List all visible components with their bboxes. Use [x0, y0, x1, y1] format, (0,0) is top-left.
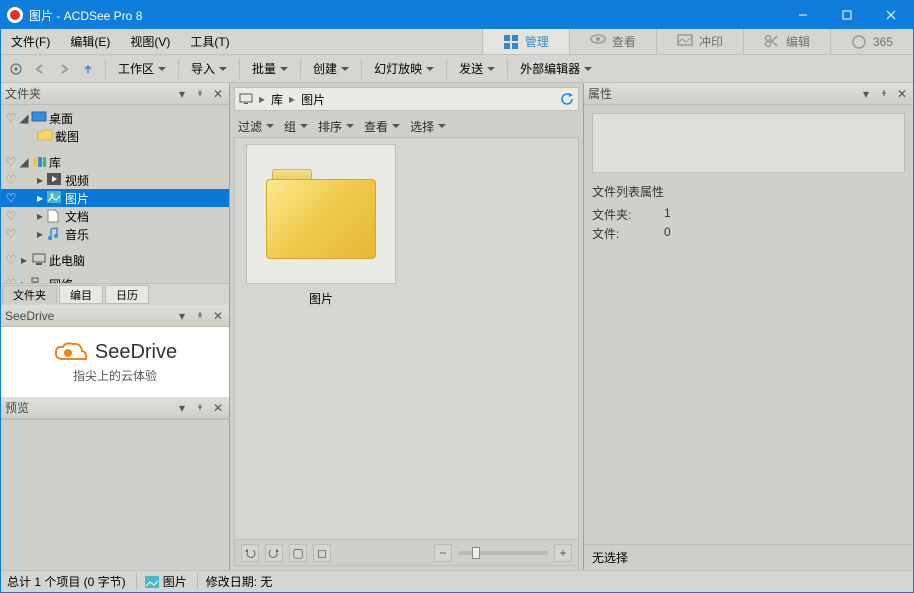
rotate-right-button[interactable]: [265, 544, 283, 562]
forward-button[interactable]: [53, 58, 75, 80]
picture-icon: [677, 34, 693, 50]
tree-item-desktop[interactable]: ♡◢桌面: [1, 109, 229, 127]
status-name: 图片: [163, 573, 187, 590]
refresh-icon[interactable]: [560, 92, 574, 106]
status-modified: 修改日期: 无: [197, 573, 273, 590]
monitor-icon: [239, 93, 253, 105]
tree-item-music[interactable]: ♡▸音乐: [1, 225, 229, 243]
mode-edit[interactable]: 编辑: [743, 29, 830, 54]
left-tab-calendar[interactable]: 日历: [105, 285, 149, 304]
eye-icon: [590, 34, 606, 50]
breadcrumb: ▸ 库 ▸ 图片: [234, 87, 579, 111]
breadcrumb-library[interactable]: 库: [271, 91, 283, 108]
seedrive-tagline: 指尖上的云体验: [73, 367, 157, 384]
seedrive-brand: SeeDrive: [95, 341, 177, 364]
item-label: 图片: [309, 290, 333, 307]
panel-menu-icon[interactable]: ▾: [175, 309, 189, 323]
view-dropdown[interactable]: 查看: [364, 118, 400, 135]
panel-close-icon[interactable]: ✕: [895, 87, 909, 101]
left-tab-folders[interactable]: 文件夹: [2, 285, 57, 304]
compare-button[interactable]: ▢: [289, 544, 307, 562]
caret-icon: [158, 67, 166, 75]
seedrive-panel-header: SeeDrive ▾ ✕: [1, 305, 229, 327]
property-section: 文件列表属性: [592, 183, 905, 200]
tag-button[interactable]: ◻: [313, 544, 331, 562]
picture-icon: [145, 576, 159, 588]
breadcrumb-pictures[interactable]: 图片: [301, 91, 325, 108]
workspace-dropdown[interactable]: 工作区: [112, 58, 172, 80]
grid-icon: [503, 34, 519, 50]
thumbnail-size-slider[interactable]: [458, 551, 548, 555]
globe-icon: [851, 34, 867, 50]
property-row: 文件夹: 1: [592, 206, 905, 223]
property-row: 文件: 0: [592, 225, 905, 242]
tree-item-videos[interactable]: ♡▸视频: [1, 171, 229, 189]
tree-item-screenshots[interactable]: 截图: [1, 127, 229, 145]
menu-view[interactable]: 视图(V): [120, 29, 180, 54]
no-selection-label: 无选择: [584, 544, 913, 570]
select-dropdown[interactable]: 选择: [410, 118, 446, 135]
preview-area: [1, 419, 229, 570]
panel-menu-icon[interactable]: ▾: [175, 401, 189, 415]
panel-menu-icon[interactable]: ▾: [859, 87, 873, 101]
tree-item-pictures[interactable]: ♡▸图片: [1, 189, 229, 207]
up-button[interactable]: [77, 58, 99, 80]
sort-dropdown[interactable]: 排序: [318, 118, 354, 135]
panel-menu-icon[interactable]: ▾: [175, 87, 189, 101]
pin-icon[interactable]: [877, 87, 891, 101]
app-logo-icon: [7, 7, 23, 23]
slideshow-dropdown[interactable]: 幻灯放映: [368, 58, 440, 80]
folders-panel-header: 文件夹 ▾ ✕: [1, 83, 229, 105]
group-dropdown[interactable]: 组: [284, 118, 308, 135]
preview-panel-header: 预览 ▾ ✕: [1, 397, 229, 419]
back-button[interactable]: [29, 58, 51, 80]
mode-view[interactable]: 查看: [569, 29, 656, 54]
close-button[interactable]: [869, 1, 913, 29]
left-tab-catalog[interactable]: 编目: [59, 285, 103, 304]
batch-dropdown[interactable]: 批量: [246, 58, 294, 80]
menu-edit[interactable]: 编辑(E): [60, 29, 120, 54]
tree-item-library[interactable]: ♡◢库: [1, 153, 229, 171]
zoom-out-button[interactable]: −: [434, 544, 452, 562]
tree-item-thispc[interactable]: ♡▸此电脑: [1, 251, 229, 269]
scissors-icon: [764, 34, 780, 50]
maximize-button[interactable]: [825, 1, 869, 29]
pin-icon[interactable]: [193, 401, 207, 415]
send-dropdown[interactable]: 发送: [453, 58, 501, 80]
folder-item[interactable]: 图片: [241, 144, 401, 307]
tree-item-documents[interactable]: ♡▸文档: [1, 207, 229, 225]
cloud-icon: [53, 341, 89, 365]
window-title: 图片 - ACDSee Pro 8: [29, 7, 781, 24]
menu-file[interactable]: 文件(F): [1, 29, 60, 54]
mode-manage[interactable]: 管理: [482, 29, 569, 54]
toolbar-toggle-button[interactable]: [5, 58, 27, 80]
external-editor-dropdown[interactable]: 外部编辑器: [514, 58, 598, 80]
folder-icon: [266, 169, 376, 259]
status-count: 总计 1 个项目 (0 字节): [7, 573, 126, 590]
menu-tools[interactable]: 工具(T): [180, 29, 239, 54]
panel-close-icon[interactable]: ✕: [211, 309, 225, 323]
rotate-left-button[interactable]: [241, 544, 259, 562]
mode-365[interactable]: 365: [830, 29, 913, 54]
import-dropdown[interactable]: 导入: [185, 58, 233, 80]
panel-close-icon[interactable]: ✕: [211, 401, 225, 415]
panel-close-icon[interactable]: ✕: [211, 87, 225, 101]
pin-icon[interactable]: [193, 87, 207, 101]
zoom-in-button[interactable]: +: [554, 544, 572, 562]
mode-develop[interactable]: 冲印: [656, 29, 743, 54]
pin-icon[interactable]: [193, 309, 207, 323]
property-preview-box: [592, 113, 905, 173]
filter-dropdown[interactable]: 过滤: [238, 118, 274, 135]
properties-panel-header: 属性 ▾ ✕: [584, 83, 913, 105]
minimize-button[interactable]: [781, 1, 825, 29]
create-dropdown[interactable]: 创建: [307, 58, 355, 80]
tree-item-network[interactable]: ♡▸网络: [1, 275, 229, 283]
